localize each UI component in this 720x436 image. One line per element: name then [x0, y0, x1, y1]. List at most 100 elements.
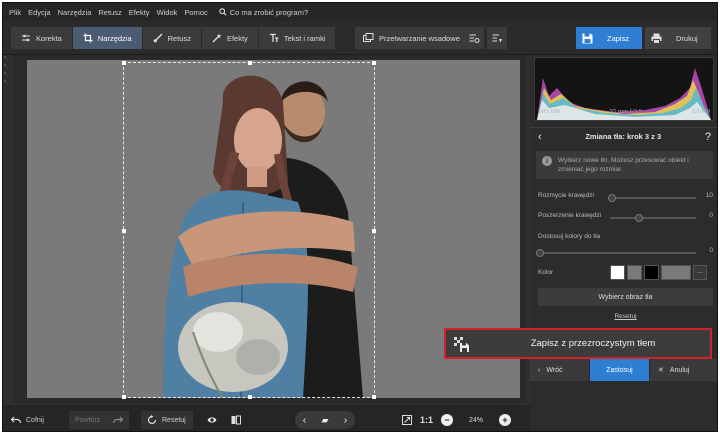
more-colors-button[interactable]: ...	[693, 265, 707, 280]
save-button[interactable]: Zapisz	[576, 27, 642, 49]
crop-handle[interactable]	[372, 229, 376, 233]
crop-frame[interactable]	[122, 61, 376, 399]
list-options-icon	[492, 34, 502, 42]
right-panel: ISO 100 55 mm f/3.5 1/1000 ‹ Zmiana tła:…	[530, 55, 717, 431]
fit-screen-icon[interactable]	[402, 415, 412, 425]
swatch-gray[interactable]	[627, 265, 642, 280]
chevron-left-icon[interactable]: ‹	[538, 131, 542, 143]
search-icon	[219, 8, 227, 16]
iso-value: ISO 100	[538, 108, 560, 115]
adjust-row: Dostosuj kolory do tła 0	[536, 233, 713, 257]
save-transparent-label: Zapisz z przezroczystym tłem	[530, 338, 656, 349]
tab-efekty[interactable]: Efekty	[201, 27, 259, 49]
blur-slider[interactable]	[608, 194, 696, 202]
batch-label: Przetwarzanie wsadowe	[379, 33, 460, 43]
info-box: i Wybierz nowe tło. Możesz przesuwać obi…	[536, 151, 713, 179]
zoom-out-icon[interactable]: −	[441, 414, 454, 426]
print-button[interactable]: Drukuj	[645, 27, 711, 49]
color-row: Kolor ...	[538, 265, 713, 281]
step-header: ‹ Zmiana tła: krok 3 z 3 ?	[530, 127, 717, 145]
slider-knob[interactable]	[635, 214, 643, 222]
reset-label: Resetuj	[162, 416, 186, 424]
crop-handle[interactable]	[248, 395, 252, 399]
app-window: Plik Edycja Narzędzia Retusz Efekty Wido…	[2, 2, 718, 432]
floppy-disk-icon	[582, 33, 593, 43]
blur-row: Rozmycie krawędzi 10	[538, 192, 713, 204]
history-button[interactable]	[464, 27, 484, 49]
adjust-value: 0	[709, 247, 713, 254]
magic-wand-icon	[212, 33, 222, 43]
zoom-controls: 1:1 − 24% +	[402, 411, 512, 429]
crop-icon	[83, 33, 93, 43]
menu-pomoc[interactable]: Pomoc	[184, 8, 207, 17]
expand-row: Poszerzenie krawędzi 0	[538, 212, 713, 224]
crop-handle[interactable]	[122, 395, 126, 399]
swatch-white[interactable]	[610, 265, 625, 280]
chevron-right-icon: ›	[4, 79, 6, 85]
crop-handle[interactable]	[372, 61, 376, 65]
sliders-icon	[22, 34, 30, 42]
menu-efekty[interactable]: Efekty	[129, 8, 150, 17]
undo-button[interactable]: Cofnij	[11, 411, 44, 429]
swatch-black[interactable]	[644, 265, 659, 280]
tab-label: Retusz	[167, 33, 191, 43]
print-label: Drukuj	[676, 33, 698, 43]
back-label: Wróć	[546, 366, 563, 374]
menu-widok[interactable]: Widok	[157, 8, 178, 17]
chevron-left-icon: ‹	[538, 366, 541, 374]
adjust-slider[interactable]	[536, 249, 696, 257]
redo-icon	[113, 416, 123, 424]
crop-handle[interactable]	[122, 61, 126, 65]
batch-processing-button[interactable]: Przetwarzanie wsadowe	[355, 27, 468, 49]
slider-knob[interactable]	[536, 249, 544, 257]
choose-background-image-button[interactable]: Wybierz obraz tła	[538, 288, 713, 306]
tab-tekst-i-ramki[interactable]: Tekst i ramki	[258, 27, 337, 49]
chevron-left-icon[interactable]: ‹	[303, 415, 306, 426]
menu-edycja[interactable]: Edycja	[28, 8, 51, 17]
info-text: Wybierz nowe tło. Możesz przesuwać obiek…	[558, 157, 689, 173]
search-box[interactable]: Co ma zrobić program?	[219, 8, 308, 17]
reset-button[interactable]: Resetuj	[141, 411, 193, 429]
compare-icon	[231, 415, 241, 425]
crop-handle[interactable]	[122, 229, 126, 233]
redo-button[interactable]: Powtórz	[69, 411, 129, 429]
save-transparent-background-button[interactable]: Zapisz z przezroczystym tłem	[444, 328, 712, 359]
crop-handle[interactable]	[372, 395, 376, 399]
tab-narzedzia[interactable]: Narzędzia	[72, 27, 143, 49]
slider-knob[interactable]	[608, 194, 616, 202]
preview-button[interactable]	[207, 411, 217, 429]
compare-button[interactable]	[231, 411, 241, 429]
redo-label: Powtórz	[75, 416, 101, 424]
expand-slider[interactable]	[610, 214, 696, 222]
menu-bar: Plik Edycja Narzędzia Retusz Efekty Wido…	[3, 3, 717, 21]
menu-narzedzia[interactable]: Narzędzia	[58, 8, 92, 17]
chevron-right-icon: ›	[4, 63, 6, 69]
menu-retusz[interactable]: Retusz	[98, 8, 121, 17]
lens-value: 55 mm f/3.5	[609, 108, 642, 115]
left-edge-arrows[interactable]: › › › ›	[4, 55, 6, 85]
tab-korekta[interactable]: Korekta	[11, 27, 73, 49]
swatch-custom[interactable]	[661, 265, 691, 280]
adjust-label: Dostosuj kolory do tła	[538, 233, 601, 240]
apply-button[interactable]: Zastosuj	[590, 359, 650, 381]
status-bar: Cofnij Powtórz Resetuj ‹ ▰ › 1:1 − 24% +	[3, 405, 530, 431]
actual-size-button[interactable]: 1:1	[420, 415, 433, 425]
reset-icon	[147, 415, 157, 425]
list-options-button[interactable]	[487, 27, 507, 49]
undo-icon	[11, 416, 21, 424]
chevron-right-icon[interactable]: ›	[344, 415, 347, 426]
help-icon[interactable]: ?	[705, 131, 711, 143]
reset-link[interactable]: Resetuj	[538, 313, 713, 320]
close-icon: ✕	[658, 367, 664, 374]
crop-handle[interactable]	[248, 61, 252, 65]
folder-icon[interactable]: ▰	[322, 415, 329, 426]
tab-retusz[interactable]: Retusz	[142, 27, 202, 49]
zoom-in-icon[interactable]: +	[499, 414, 512, 426]
tab-label: Narzędzia	[97, 33, 132, 43]
menu-plik[interactable]: Plik	[9, 8, 21, 17]
exif-info: ISO 100 55 mm f/3.5 1/1000	[534, 108, 714, 115]
cancel-button[interactable]: ✕ Anuluj	[650, 359, 717, 381]
back-button[interactable]: ‹ Wróć	[530, 359, 590, 381]
batch-icon	[363, 32, 374, 42]
file-navigation: ‹ ▰ ›	[295, 411, 355, 429]
